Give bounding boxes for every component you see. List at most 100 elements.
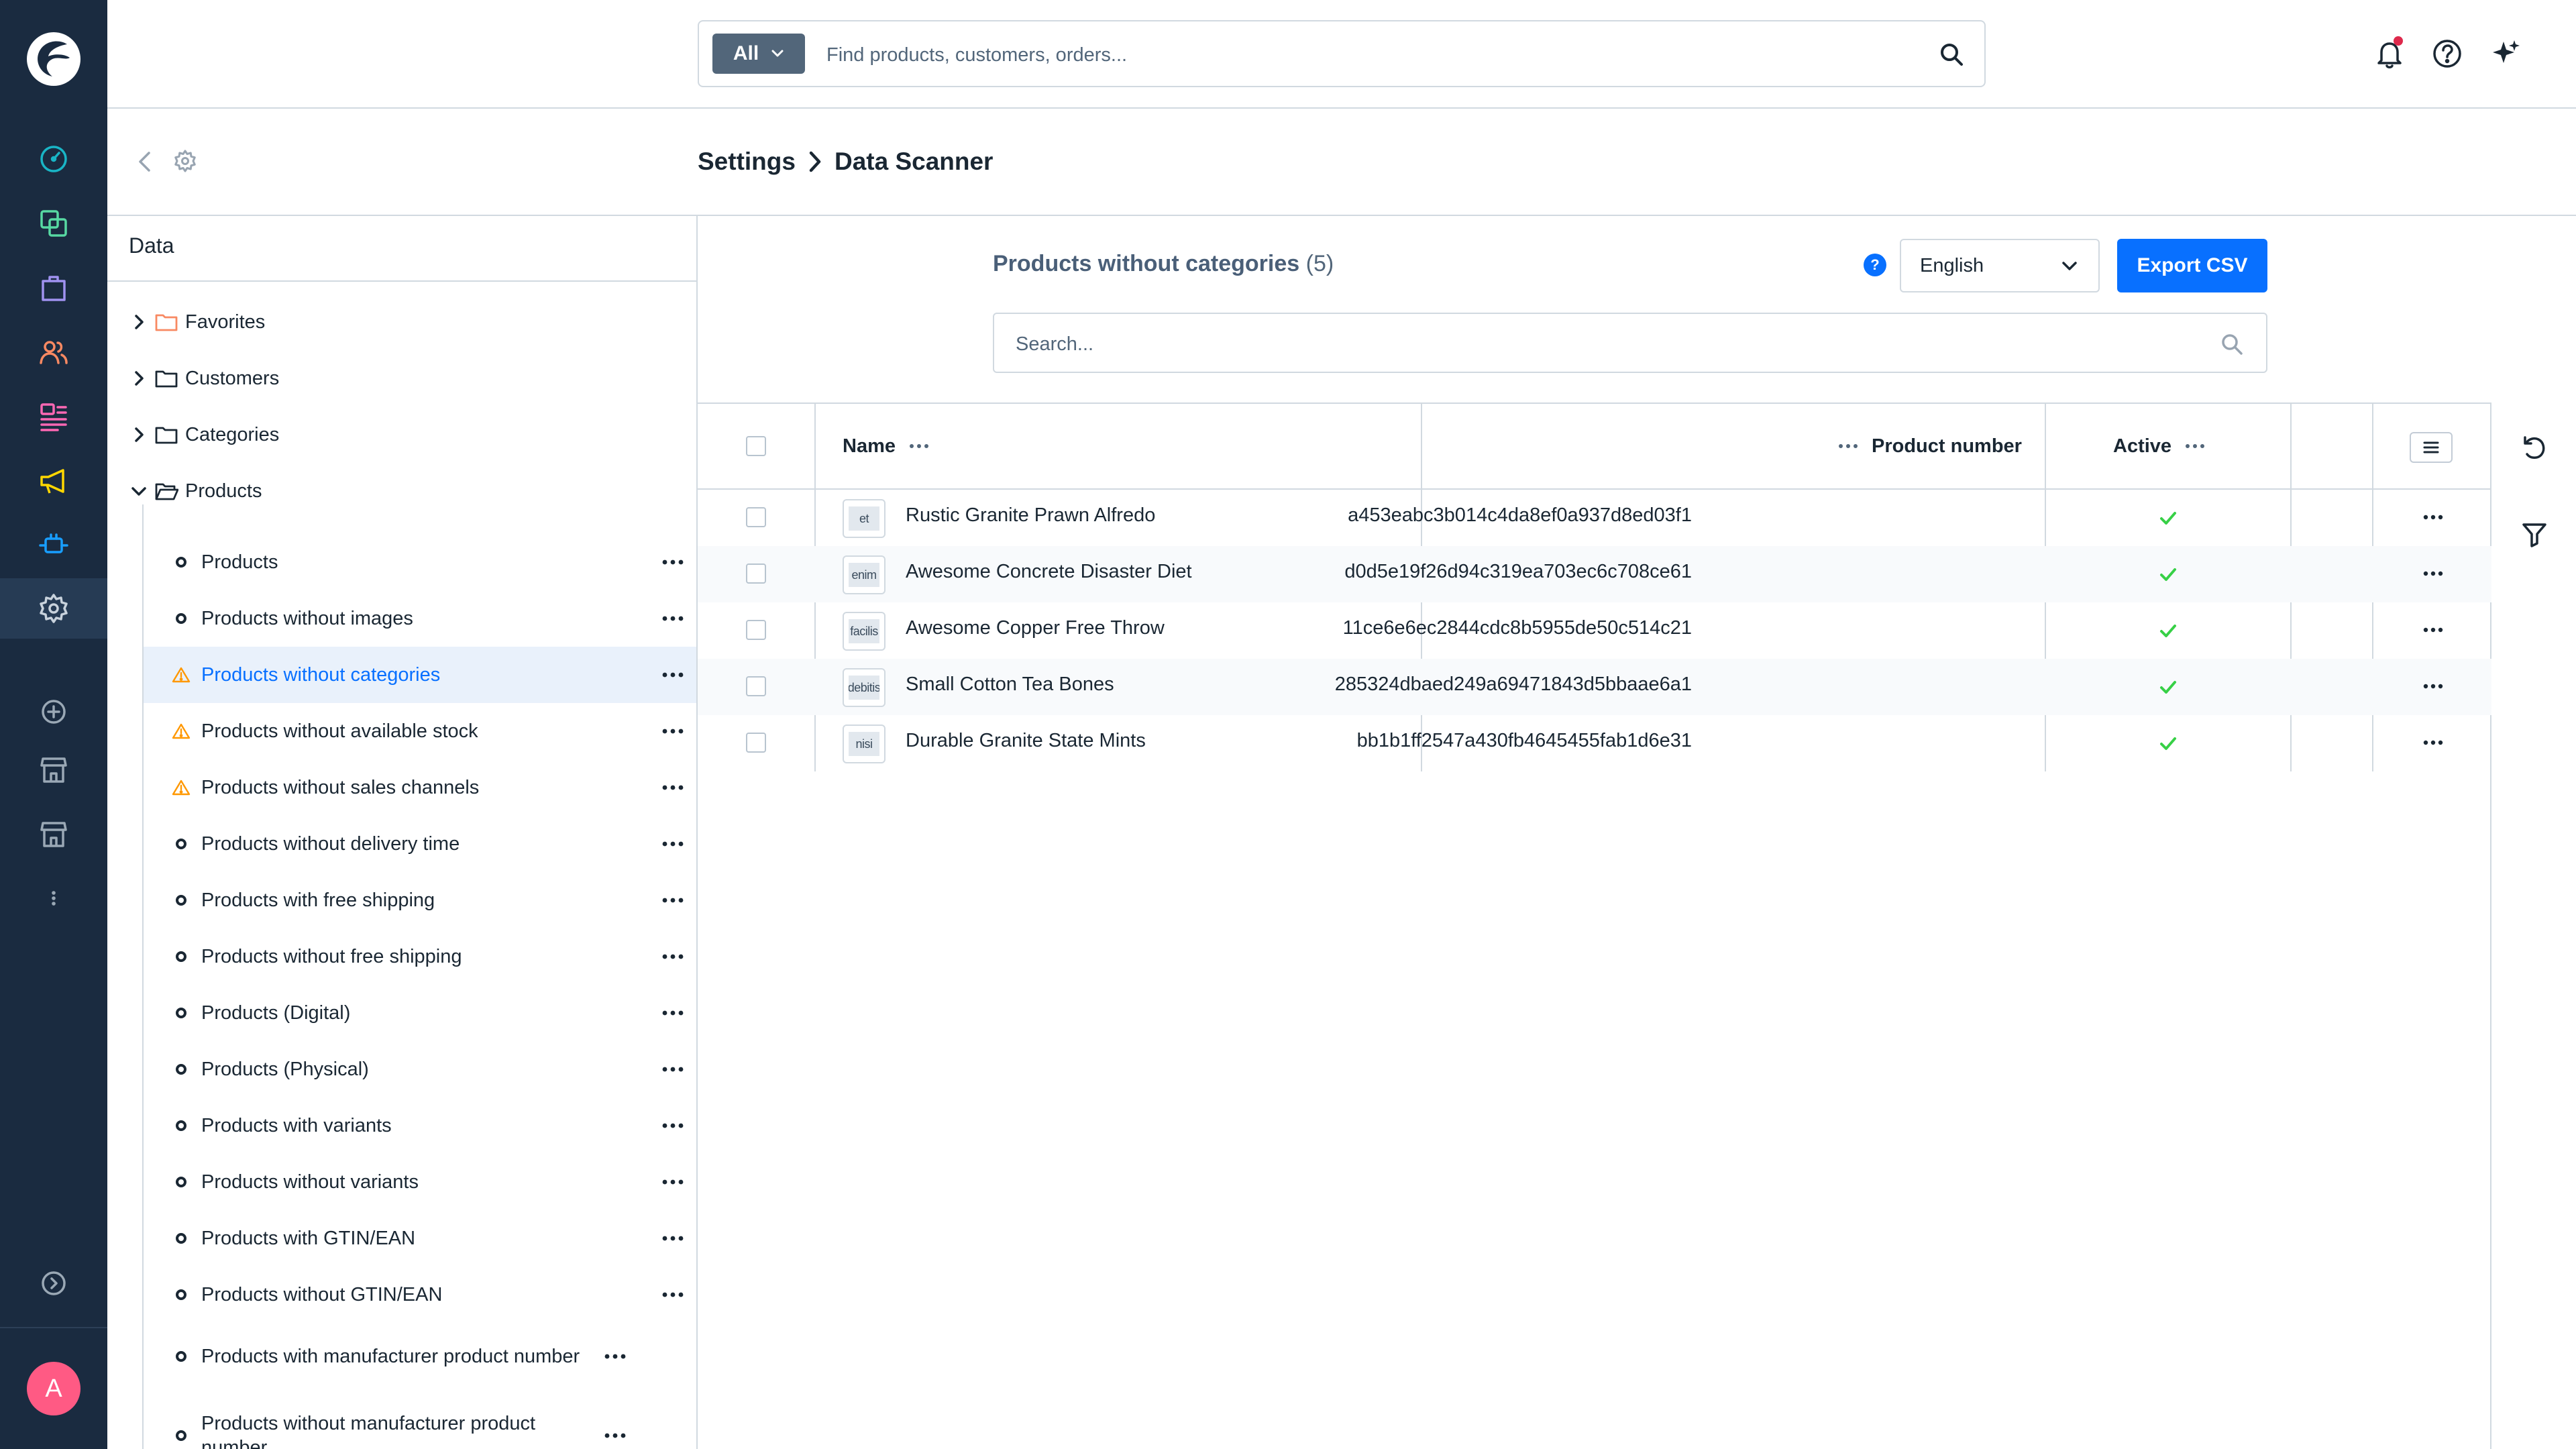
tree-item[interactable]: Products (Physical) xyxy=(144,1041,696,1097)
select-all-checkbox[interactable] xyxy=(746,436,766,456)
more-horizontal-icon[interactable] xyxy=(2185,443,2205,449)
nav-catalogues[interactable] xyxy=(0,193,107,254)
nav-settings[interactable] xyxy=(0,578,107,639)
row-checkbox[interactable] xyxy=(746,564,766,584)
refresh-icon[interactable] xyxy=(2520,433,2549,463)
more-horizontal-icon[interactable] xyxy=(661,1010,684,1016)
tree-item[interactable]: Products without free shipping xyxy=(144,928,696,985)
product-name[interactable]: Small Cotton Tea Bones xyxy=(906,674,1114,696)
more-horizontal-icon[interactable] xyxy=(2423,514,2443,521)
language-select[interactable]: English xyxy=(1900,239,2100,292)
more-horizontal-icon[interactable] xyxy=(604,1432,627,1439)
more-horizontal-icon[interactable] xyxy=(661,784,684,791)
tree-root-customers[interactable]: Customers xyxy=(130,365,279,392)
column-header-product-number[interactable]: Product number xyxy=(1838,429,2022,463)
more-horizontal-icon[interactable] xyxy=(661,672,684,678)
product-name[interactable]: Awesome Copper Free Throw xyxy=(906,617,1165,639)
user-avatar[interactable]: A xyxy=(27,1362,80,1415)
tree-item[interactable]: Products (Digital) xyxy=(144,985,696,1041)
tree-root-products[interactable]: Products xyxy=(130,478,262,504)
more-horizontal-icon[interactable] xyxy=(661,841,684,847)
product-name[interactable]: Rustic Granite Prawn Alfredo xyxy=(906,504,1155,527)
more-horizontal-icon[interactable] xyxy=(661,728,684,735)
more-horizontal-icon[interactable] xyxy=(661,1291,684,1298)
ai-sparkle-icon[interactable] xyxy=(2490,38,2522,70)
search-icon[interactable] xyxy=(2220,333,2243,356)
nav-more[interactable] xyxy=(0,868,107,928)
nav-marketing[interactable] xyxy=(0,451,107,511)
more-horizontal-icon[interactable] xyxy=(661,953,684,960)
tree-root-categories[interactable]: Categories xyxy=(130,421,279,448)
tree-item[interactable]: Products with variants xyxy=(144,1097,696,1154)
table-row[interactable]: debitis Small Cotton Tea Bones 285324dbaed… xyxy=(698,659,2491,715)
more-horizontal-icon[interactable] xyxy=(661,615,684,622)
chevron-right-icon[interactable] xyxy=(130,426,148,443)
help-circle-icon[interactable] xyxy=(2431,38,2463,70)
nav-add-sales-channel[interactable] xyxy=(0,682,107,742)
nav-expand[interactable] xyxy=(0,1253,107,1313)
nav-headless[interactable] xyxy=(0,804,107,864)
table-row[interactable]: et Rustic Granite Prawn Alfredo a453eabc3b… xyxy=(698,490,2491,546)
more-horizontal-icon[interactable] xyxy=(604,1353,627,1360)
more-horizontal-icon[interactable] xyxy=(661,1066,684,1073)
nav-dashboard[interactable] xyxy=(0,129,107,189)
list-search-input[interactable] xyxy=(1016,326,2156,362)
more-horizontal-icon[interactable] xyxy=(661,1179,684,1185)
nav-orders[interactable] xyxy=(0,258,107,318)
chevron-down-icon[interactable] xyxy=(130,482,148,500)
column-header-active[interactable]: Active xyxy=(2113,429,2205,463)
gauge-icon xyxy=(40,146,67,172)
back-arrow-icon[interactable] xyxy=(134,149,156,174)
chevron-right-icon[interactable] xyxy=(130,313,148,331)
more-horizontal-icon[interactable] xyxy=(2423,739,2443,746)
more-horizontal-icon[interactable] xyxy=(2423,683,2443,690)
more-horizontal-icon[interactable] xyxy=(661,1235,684,1242)
more-horizontal-icon[interactable] xyxy=(661,897,684,904)
export-csv-button[interactable]: Export CSV xyxy=(2117,239,2267,292)
more-horizontal-icon[interactable] xyxy=(1838,443,1858,449)
search-type-dropdown[interactable]: All xyxy=(712,34,805,74)
tree-item[interactable]: Products with manufacturer product numbe… xyxy=(144,1323,696,1390)
more-horizontal-icon[interactable] xyxy=(661,559,684,566)
tree-item[interactable]: Products with GTIN/EAN xyxy=(144,1210,696,1267)
tree-item[interactable]: Products without sales channels xyxy=(144,759,696,816)
tree-item[interactable]: Products without available stock xyxy=(144,703,696,759)
breadcrumb-parent[interactable]: Settings xyxy=(698,148,796,176)
tree-item[interactable]: Products without variants xyxy=(144,1154,696,1210)
shopware-logo-icon[interactable] xyxy=(25,31,82,87)
more-horizontal-icon[interactable] xyxy=(909,443,929,449)
help-icon[interactable]: ? xyxy=(1864,254,1886,276)
row-checkbox[interactable] xyxy=(746,676,766,696)
table-row[interactable]: facilis Awesome Copper Free Throw 11ce6e6e… xyxy=(698,602,2491,659)
tree-item[interactable]: Products without manufacturer product nu… xyxy=(144,1402,696,1449)
tree-root-favorites[interactable]: Favorites xyxy=(130,309,265,335)
tree-item[interactable]: Products with free shipping xyxy=(144,872,696,928)
tree-item[interactable]: Products without categories xyxy=(144,647,696,703)
tree-item[interactable]: Products without delivery time xyxy=(144,816,696,872)
product-name[interactable]: Durable Granite State Mints xyxy=(906,730,1146,752)
column-header-name[interactable]: Name xyxy=(843,429,929,463)
tree-item[interactable]: Products without images xyxy=(144,590,696,647)
storefront-icon xyxy=(40,822,67,847)
table-row[interactable]: nisi Durable Granite State Mints bb1b1ff25… xyxy=(698,715,2491,771)
tree-item[interactable]: Products without GTIN/EAN xyxy=(144,1267,696,1323)
column-settings-button[interactable] xyxy=(2410,432,2453,463)
nav-storefront[interactable] xyxy=(0,739,107,800)
filter-icon[interactable] xyxy=(2520,519,2549,549)
row-checkbox[interactable] xyxy=(746,733,766,753)
nav-content[interactable] xyxy=(0,386,107,447)
row-checkbox[interactable] xyxy=(746,507,766,527)
nav-customers[interactable] xyxy=(0,322,107,382)
column-active-label: Active xyxy=(2113,435,2172,457)
table-row[interactable]: enim Awesome Concrete Disaster Diet d0d5e1… xyxy=(698,546,2491,602)
tree-item[interactable]: Products xyxy=(144,534,696,590)
global-search-input[interactable] xyxy=(826,36,1900,74)
more-horizontal-icon[interactable] xyxy=(2423,570,2443,577)
search-icon[interactable] xyxy=(1939,42,1964,67)
chevron-right-icon[interactable] xyxy=(130,370,148,387)
row-checkbox[interactable] xyxy=(746,620,766,640)
more-horizontal-icon[interactable] xyxy=(661,1122,684,1129)
product-name[interactable]: Awesome Concrete Disaster Diet xyxy=(906,561,1192,583)
nav-extensions[interactable] xyxy=(0,515,107,576)
more-horizontal-icon[interactable] xyxy=(2423,627,2443,633)
